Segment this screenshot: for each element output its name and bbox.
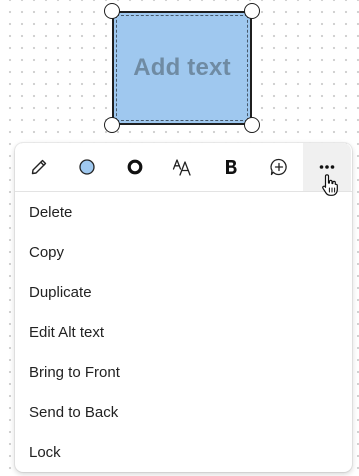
shape-context-menu: Delete Copy Duplicate Edit Alt text Brin… <box>15 143 352 472</box>
menu-item-copy[interactable]: Copy <box>15 232 352 272</box>
menu-item-bring-to-front[interactable]: Bring to Front <box>15 352 352 392</box>
shape-placeholder-text[interactable]: Add text <box>133 54 231 82</box>
resize-handle-top-right[interactable] <box>244 3 260 19</box>
bold-button[interactable] <box>207 143 255 191</box>
menu-item-delete[interactable]: Delete <box>15 192 352 232</box>
pen-button[interactable] <box>15 143 63 191</box>
menu-item-label: Send to Back <box>29 403 119 421</box>
text-shape[interactable]: Add text <box>112 11 252 125</box>
menu-item-label: Delete <box>29 203 73 221</box>
add-comment-button[interactable] <box>255 143 303 191</box>
menu-item-label: Bring to Front <box>29 363 120 381</box>
resize-handle-top-left[interactable] <box>104 3 120 19</box>
menu-item-lock[interactable]: Lock <box>15 432 352 472</box>
shape-toolbar <box>15 143 352 196</box>
menu-item-send-to-back[interactable]: Send to Back <box>15 392 352 432</box>
add-comment-icon <box>269 157 289 177</box>
resize-handle-bottom-right[interactable] <box>244 117 260 133</box>
font-size-icon <box>172 157 194 177</box>
menu-item-edit-alt-text[interactable]: Edit Alt text <box>15 312 352 352</box>
fill-color-icon <box>78 158 96 176</box>
border-style-button[interactable] <box>111 143 159 191</box>
border-circle-icon <box>126 158 144 176</box>
more-options-button[interactable] <box>303 143 351 191</box>
menu-item-duplicate[interactable]: Duplicate <box>15 272 352 312</box>
bold-icon <box>223 158 239 176</box>
fill-color-button[interactable] <box>63 143 111 191</box>
resize-handle-bottom-left[interactable] <box>104 117 120 133</box>
menu-item-label: Lock <box>29 443 61 461</box>
menu-item-label: Duplicate <box>29 283 92 301</box>
menu-item-label: Edit Alt text <box>29 323 105 341</box>
font-size-button[interactable] <box>159 143 207 191</box>
pencil-icon <box>30 158 48 176</box>
more-options-icon <box>319 164 335 170</box>
menu-item-label: Copy <box>29 243 65 261</box>
more-options-menu: Delete Copy Duplicate Edit Alt text Brin… <box>15 192 352 472</box>
